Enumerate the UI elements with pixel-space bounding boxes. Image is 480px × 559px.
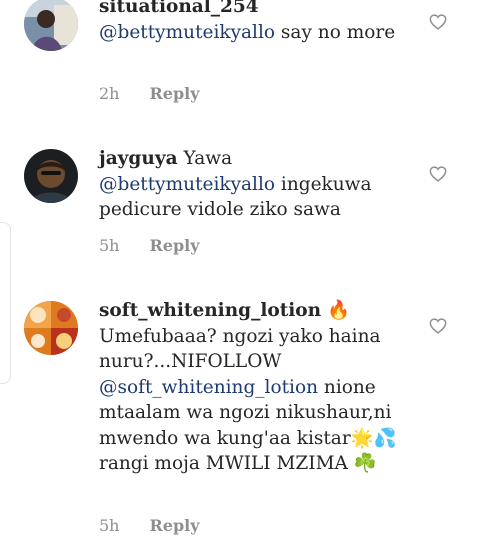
comment-meta: 5h Reply — [99, 516, 200, 535]
heart-outline-icon[interactable] — [429, 318, 447, 334]
comment-body: jayguya Yawa @bettymuteikyallo ingekuwa … — [99, 146, 399, 223]
comment-username[interactable]: soft_whitening_lotion — [99, 300, 321, 321]
comment-text-prefix: Umefubaaa? ngozi yako haina nuru?...NIFO… — [99, 325, 381, 373]
username-emoji: 🔥 — [326, 300, 351, 321]
comment-body: situational_254 @bettymuteikyallo say no… — [99, 0, 399, 45]
comment-mention[interactable]: @bettymuteikyallo — [99, 22, 275, 43]
comment-text-prefix: Yawa — [183, 148, 233, 169]
heart-outline-icon[interactable] — [429, 14, 447, 30]
reply-button[interactable]: Reply — [149, 236, 199, 255]
comment-username[interactable]: situational_254 — [99, 0, 259, 17]
comment-meta: 5h Reply — [99, 236, 200, 255]
avatar-image — [24, 301, 78, 355]
avatar[interactable] — [24, 301, 78, 355]
comment-mention[interactable]: @bettymuteikyallo — [99, 174, 275, 195]
avatar[interactable] — [24, 149, 78, 203]
comment-mention[interactable]: @soft_whitening_lotion — [99, 377, 318, 398]
avatar-image — [24, 149, 78, 203]
comment-body: soft_whitening_lotion 🔥 Umefubaaa? ngozi… — [99, 298, 399, 477]
comment-text: say no more — [280, 21, 396, 43]
reply-button[interactable]: Reply — [149, 84, 199, 103]
comment-meta: 2h Reply — [99, 84, 200, 103]
panel-edge — [0, 222, 11, 384]
comment-time: 5h — [99, 236, 120, 255]
avatar-image — [24, 0, 78, 51]
reply-button[interactable]: Reply — [149, 516, 199, 535]
comment-username[interactable]: jayguya — [99, 148, 178, 169]
heart-outline-icon[interactable] — [429, 166, 447, 182]
comment-time: 2h — [99, 84, 120, 103]
comment-time: 5h — [99, 516, 120, 535]
avatar[interactable] — [24, 0, 78, 51]
